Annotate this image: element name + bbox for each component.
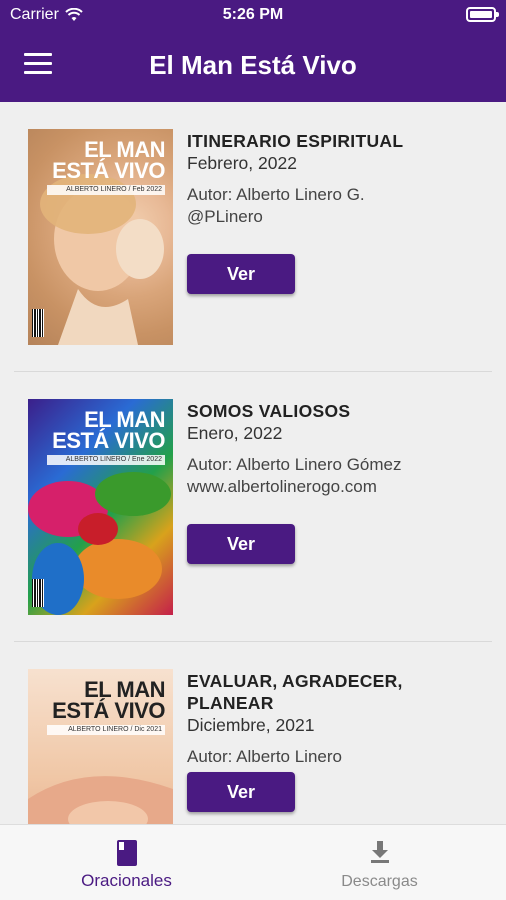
item-author: Autor: Alberto Linero G. @PLinero	[187, 185, 365, 226]
tab-bar: Oracionales Descargas	[0, 824, 506, 900]
item-info: EVALUAR, AGRADECER, PLANEAR Diciembre, 2…	[187, 670, 492, 768]
page-title: El Man Está Vivo	[149, 50, 357, 80]
status-time: 5:26 PM	[222, 6, 284, 23]
magazine-cover-image[interactable]: EL MAN ESTÁ VIVO ALBERTO LINERO / Ene 20…	[28, 399, 173, 615]
item-title: ITINERARIO ESPIRITUAL	[187, 131, 404, 151]
item-date: Diciembre, 2021	[187, 715, 315, 735]
item-info: SOMOS VALIOSOS Enero, 2022 Autor: Albert…	[187, 400, 492, 498]
barcode	[32, 309, 44, 337]
tab-label: Oracionales	[81, 871, 172, 890]
download-icon	[371, 841, 389, 863]
list-item: EL MAN ESTÁ VIVO ALBERTO LINERO / Dic 20…	[14, 642, 492, 824]
cover-title: EL MAN ESTÁ VIVO	[52, 407, 165, 453]
cover-title: EL MAN ESTÁ VIVO	[52, 137, 165, 183]
magazine-cover-image[interactable]: EL MAN ESTÁ VIVO ALBERTO LINERO / Dic 20…	[28, 669, 173, 824]
cover-subtitle: ALBERTO LINERO / Ene 2022	[47, 455, 165, 465]
oracionales-list[interactable]: EL MAN ESTÁ VIVO ALBERTO LINERO / Feb 20…	[0, 102, 506, 824]
tab-label: Descargas	[341, 873, 418, 890]
item-date: Febrero, 2022	[187, 153, 297, 173]
cover-title: EL MAN ESTÁ VIVO	[52, 677, 165, 723]
battery-icon	[466, 7, 499, 22]
item-info: ITINERARIO ESPIRITUAL Febrero, 2022 Auto…	[187, 130, 492, 228]
cover-subtitle: ALBERTO LINERO / Dic 2021	[47, 725, 165, 735]
cover-subtitle: ALBERTO LINERO / Feb 2022	[47, 185, 165, 195]
list-item: EL MAN ESTÁ VIVO ALBERTO LINERO / Ene 20…	[14, 372, 492, 642]
tab-descargas[interactable]: Descargas	[253, 825, 506, 900]
item-title: EVALUAR, AGRADECER, PLANEAR	[187, 671, 403, 713]
nav-bar: El Man Está Vivo	[0, 30, 506, 102]
item-title: SOMOS VALIOSOS	[187, 401, 351, 421]
item-date: Enero, 2022	[187, 423, 283, 443]
ver-button[interactable]: Ver	[187, 524, 295, 564]
list-item: EL MAN ESTÁ VIVO ALBERTO LINERO / Feb 20…	[14, 102, 492, 372]
magazine-cover-image[interactable]: EL MAN ESTÁ VIVO ALBERTO LINERO / Feb 20…	[28, 129, 173, 345]
item-author: Autor: Alberto Linero Gómez www.albertol…	[187, 455, 402, 496]
barcode	[32, 579, 44, 607]
item-author: Autor: Alberto Linero	[187, 747, 342, 766]
ver-button[interactable]: Ver	[187, 772, 295, 812]
status-bar: Carrier 5:26 PM	[0, 0, 506, 30]
book-icon	[117, 840, 137, 866]
tab-oracionales[interactable]: Oracionales	[0, 825, 253, 900]
ver-button[interactable]: Ver	[187, 254, 295, 294]
